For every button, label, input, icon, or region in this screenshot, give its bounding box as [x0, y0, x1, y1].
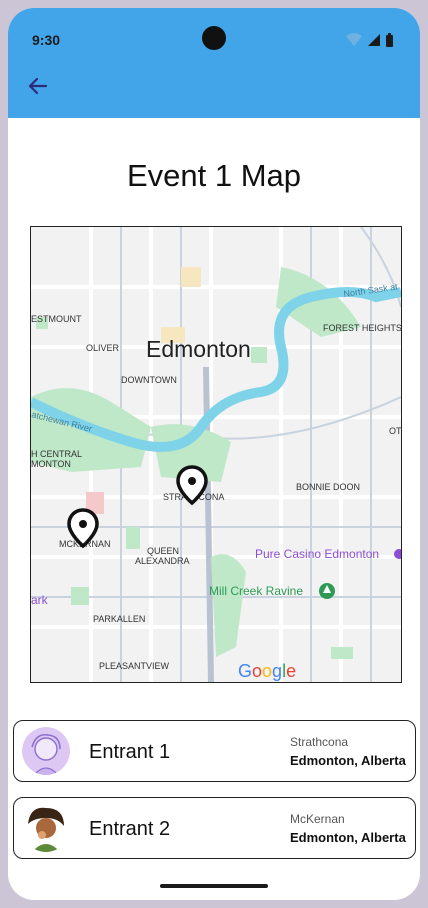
map-label-bonnie-doon: BONNIE DOON [296, 482, 360, 492]
battery-icon [386, 35, 393, 47]
map-label-forest-heights: FOREST HEIGHTS [323, 323, 401, 333]
wifi-icon [346, 33, 362, 46]
status-icons [346, 33, 393, 47]
entrant-location: Edmonton, Alberta [290, 830, 406, 845]
home-indicator[interactable] [160, 884, 268, 888]
map-label-queen: QUEEN [147, 546, 179, 556]
entrant-name: Entrant 1 [89, 741, 171, 763]
map-label-alexandra: ALEXANDRA [135, 556, 190, 566]
status-time: 9:30 [32, 32, 61, 48]
map-label-monton: MONTON [31, 459, 71, 469]
signal-icon [368, 34, 380, 46]
map-poi-casino: Pure Casino Edmonton [255, 547, 379, 561]
map-poi-park: ark [31, 593, 49, 607]
entrant-neighbourhood: Strathcona [290, 735, 349, 749]
avatar [22, 804, 70, 852]
entrant-card[interactable]: Entrant 2 McKernan Edmonton, Alberta [13, 797, 416, 859]
device-frame: 9:30 Event 1 Map ESTMOUNT OLIVER DOWNTOW… [0, 0, 428, 908]
screen: 9:30 Event 1 Map ESTMOUNT OLIVER DOWNTOW… [8, 8, 420, 900]
map-poi-mill-creek: Mill Creek Ravine [209, 584, 303, 598]
page-title: Event 1 Map [126, 158, 302, 193]
map-label-downtown: DOWNTOWN [121, 375, 177, 385]
map-label-parkallen: PARKALLEN [93, 614, 145, 624]
map-view[interactable]: ESTMOUNT OLIVER DOWNTOWN FOREST HEIGHTS … [30, 226, 402, 683]
map-city-label: Edmonton [146, 336, 251, 362]
map-label-oliver: OLIVER [86, 343, 120, 353]
google-logo: Google [238, 661, 296, 681]
entrant-neighbourhood: McKernan [290, 812, 345, 826]
map-label-westmount: ESTMOUNT [31, 314, 82, 324]
entrant-card[interactable]: Entrant 1 Strathcona Edmonton, Alberta [13, 720, 416, 782]
avatar [22, 727, 70, 775]
entrant-name: Entrant 2 [89, 818, 171, 840]
back-arrow-icon[interactable] [24, 74, 52, 98]
map-canvas[interactable]: ESTMOUNT OLIVER DOWNTOWN FOREST HEIGHTS … [31, 227, 401, 682]
entrant-location: Edmonton, Alberta [290, 753, 406, 768]
map-label-central: H CENTRAL [31, 449, 82, 459]
map-label-ot: OT [389, 426, 401, 436]
app-bar: 9:30 [8, 8, 420, 118]
camera-cutout [202, 26, 226, 50]
map-label-pleasantview: PLEASANTVIEW [99, 661, 170, 671]
